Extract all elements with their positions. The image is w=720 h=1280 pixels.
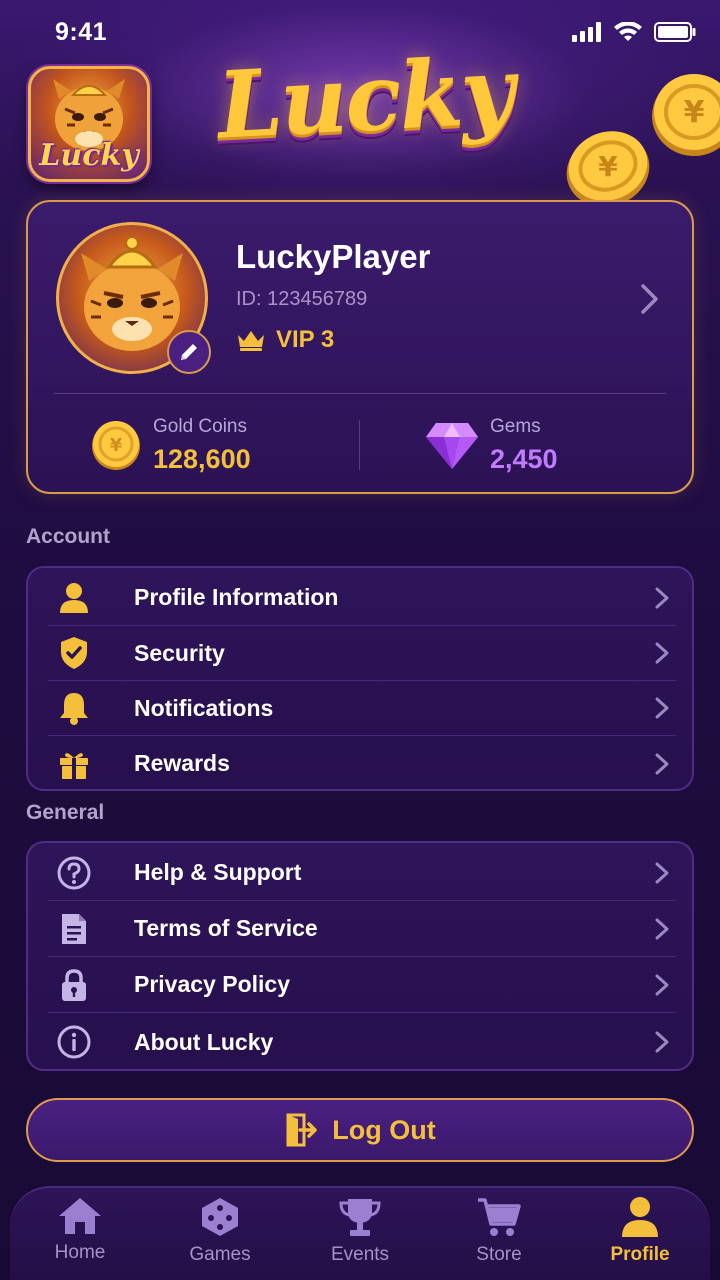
gold-coin-icon: ¥ — [92, 421, 140, 470]
gold-coins-value: 128,600 — [153, 444, 251, 474]
cellular-signal-icon — [572, 22, 601, 42]
nav-item-profile[interactable]: Profile — [585, 1196, 695, 1266]
menu-item-label: Security — [134, 639, 225, 666]
nav-label: Events — [330, 1244, 390, 1265]
user-id: ID: 123456789 — [236, 288, 368, 310]
gift-icon — [52, 742, 96, 786]
svg-text:¥: ¥ — [598, 150, 618, 183]
shield-icon — [52, 631, 96, 675]
svg-text:¥: ¥ — [684, 95, 705, 130]
vip-badge: VIP 3 — [236, 326, 334, 354]
coin-decoration-icon: ¥ — [566, 131, 650, 207]
edit-avatar-button[interactable] — [167, 330, 211, 374]
dice-icon — [202, 1198, 238, 1236]
cart-icon — [478, 1198, 521, 1236]
general-menu: Help & Support Terms of Service Privacy … — [26, 841, 694, 1071]
status-time: 9:41 — [55, 18, 108, 46]
menu-item-label: Privacy Policy — [134, 971, 290, 997]
nav-item-store[interactable]: Store — [444, 1196, 554, 1266]
nav-label: Store — [476, 1244, 522, 1265]
nav-item-events[interactable]: Events — [305, 1196, 415, 1266]
account-menu: Profile Information Security Notificatio… — [26, 566, 694, 791]
menu-item-about-lucky[interactable]: About Lucky — [48, 1013, 676, 1071]
battery-icon — [654, 22, 696, 42]
menu-item-terms-of-service[interactable]: Terms of Service — [48, 901, 676, 957]
info-circle-icon — [52, 1020, 96, 1064]
logout-label: Log Out — [332, 1114, 436, 1145]
username: LuckyPlayer — [236, 238, 431, 275]
pencil-icon — [181, 344, 197, 360]
gem-icon — [426, 423, 478, 469]
question-circle-icon — [52, 851, 96, 895]
user-icon — [622, 1197, 658, 1237]
document-icon — [52, 907, 96, 951]
app-logo-icon: Lucky — [28, 66, 150, 182]
section-title-general: General — [26, 801, 105, 824]
nav-item-home[interactable]: Home — [25, 1196, 135, 1264]
svg-text:¥: ¥ — [110, 435, 123, 456]
menu-item-label: About Lucky — [134, 1028, 274, 1055]
coin-decoration-icon: ¥ — [652, 74, 720, 156]
chevron-right-icon[interactable] — [638, 282, 662, 316]
gems-label: Gems — [490, 416, 541, 437]
crown-icon — [238, 331, 264, 351]
lock-icon — [52, 963, 96, 1007]
vip-label: VIP 3 — [276, 326, 335, 353]
nav-label: Profile — [610, 1244, 670, 1265]
bell-icon — [52, 686, 96, 730]
chevron-right-icon — [655, 918, 669, 939]
section-title-account: Account — [26, 525, 110, 548]
menu-item-label: Terms of Service — [134, 915, 318, 941]
menu-item-label: Rewards — [134, 750, 230, 776]
nav-label: Games — [189, 1244, 251, 1265]
chevron-right-icon — [655, 697, 669, 719]
chevron-right-icon — [655, 642, 669, 664]
menu-item-security[interactable]: Security — [48, 626, 676, 681]
trophy-icon — [339, 1199, 381, 1236]
gems-value: 2,450 — [490, 444, 558, 474]
user-icon — [52, 576, 96, 620]
nav-item-games[interactable]: Games — [165, 1196, 275, 1266]
home-icon — [59, 1198, 101, 1234]
logout-button[interactable]: Log Out — [26, 1098, 694, 1162]
menu-item-privacy-policy[interactable]: Privacy Policy — [48, 957, 676, 1013]
chevron-right-icon — [655, 862, 669, 883]
status-icons — [572, 22, 696, 42]
menu-item-help-support[interactable]: Help & Support — [48, 845, 676, 901]
menu-item-rewards[interactable]: Rewards — [48, 736, 676, 791]
menu-item-label: Help & Support — [134, 859, 302, 885]
logo-title: Lucky — [214, 36, 516, 160]
menu-item-profile-information[interactable]: Profile Information — [48, 570, 676, 626]
menu-item-notifications[interactable]: Notifications — [48, 681, 676, 736]
stat-divider — [359, 420, 360, 470]
chevron-right-icon — [655, 587, 669, 608]
chevron-right-icon — [655, 1031, 669, 1053]
chevron-right-icon — [655, 974, 669, 995]
menu-item-label: Profile Information — [134, 584, 339, 610]
logout-icon — [286, 1113, 318, 1147]
card-divider — [54, 393, 666, 394]
gold-coins-label: Gold Coins — [153, 416, 247, 437]
nav-label: Home — [54, 1242, 106, 1263]
chevron-right-icon — [655, 753, 669, 774]
wifi-icon — [614, 22, 642, 41]
app-icon-label: Lucky — [39, 138, 139, 173]
menu-item-label: Notifications — [134, 694, 274, 721]
